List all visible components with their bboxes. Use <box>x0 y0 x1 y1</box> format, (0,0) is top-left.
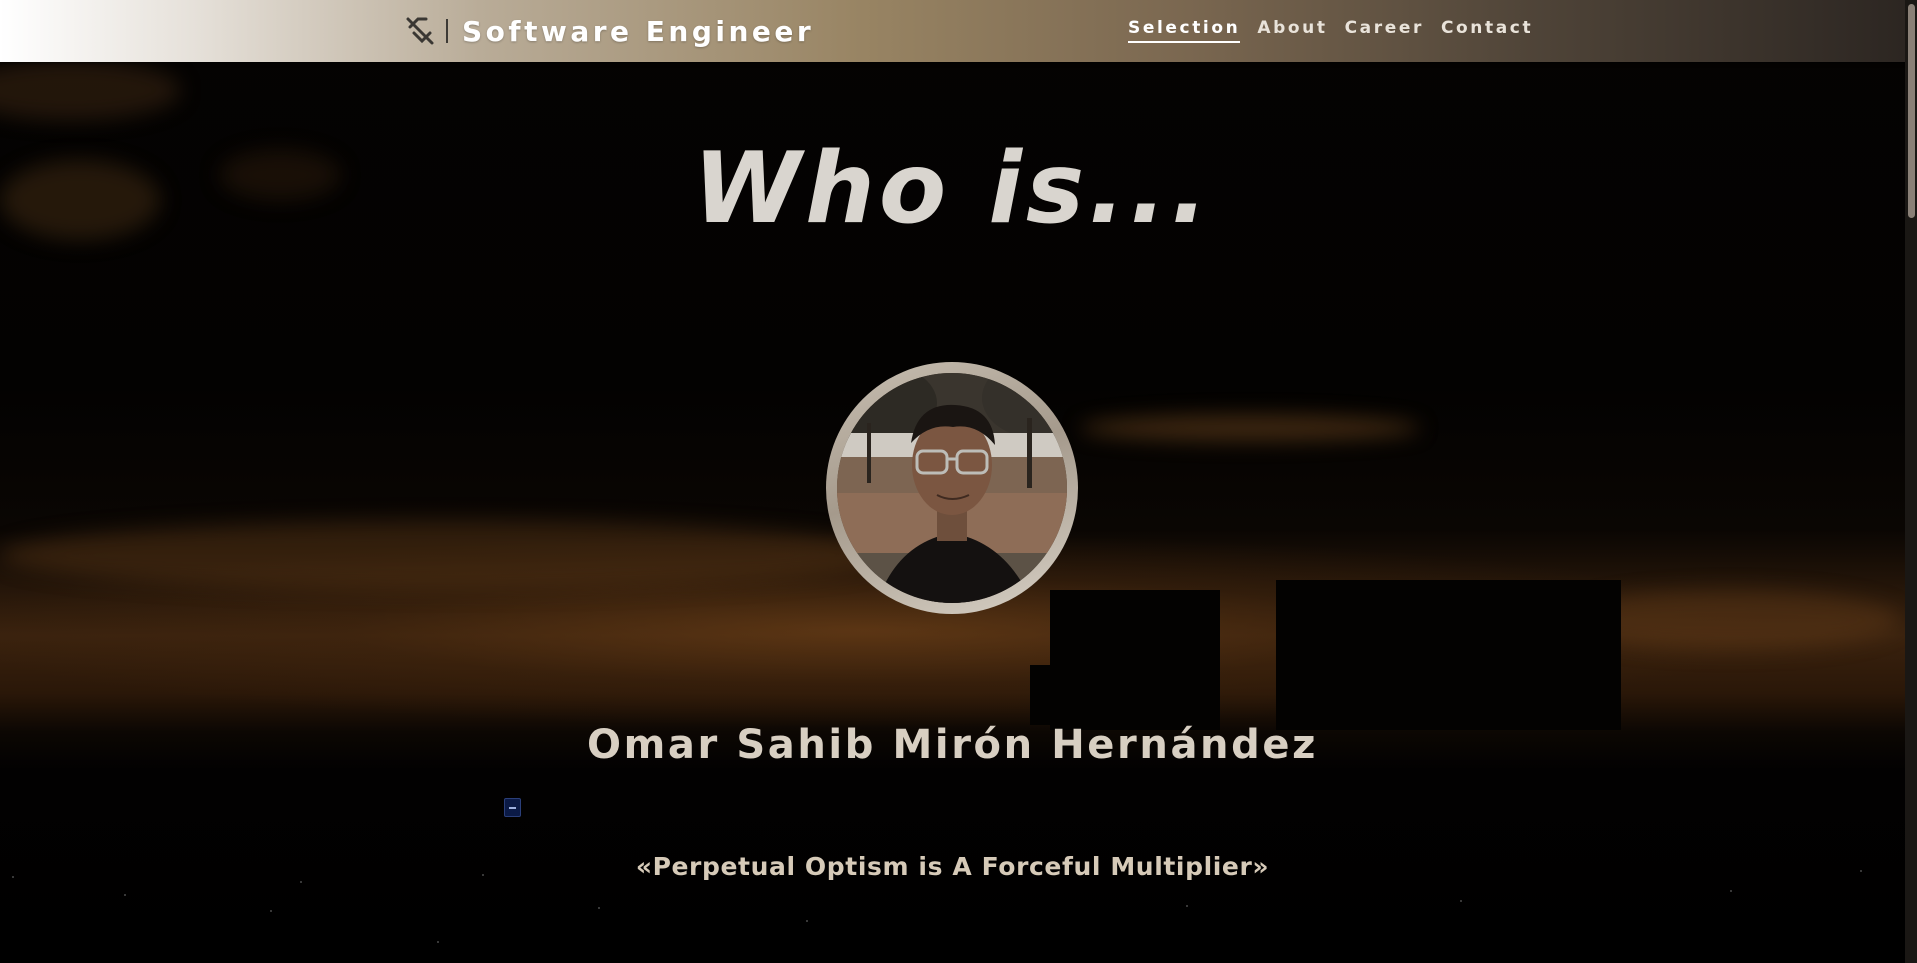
building-silhouette <box>1030 665 1070 725</box>
star <box>437 941 439 943</box>
profile-photo <box>837 373 1067 603</box>
brand[interactable]: Software Engineer <box>404 14 814 48</box>
brand-title: Software Engineer <box>462 14 815 48</box>
cloud <box>1080 415 1420 441</box>
star <box>300 881 302 883</box>
minus-icon <box>509 807 516 809</box>
nav-item-contact[interactable]: Contact <box>1441 18 1533 43</box>
hero-title: Who is... <box>693 132 1212 246</box>
scrollbar[interactable] <box>1905 0 1917 963</box>
avatar <box>837 373 1067 603</box>
star <box>1186 905 1188 907</box>
main-nav: Selection About Career Contact <box>1128 18 1533 43</box>
slashed-tag-icon <box>404 15 436 47</box>
star <box>598 907 600 909</box>
scrollbar-thumb[interactable] <box>1908 4 1915 218</box>
star <box>270 910 272 912</box>
person-name: Omar Sahib Mirón Hernández <box>587 722 1318 768</box>
star <box>806 920 808 922</box>
building-silhouette <box>1276 580 1621 730</box>
collapse-button[interactable] <box>504 798 521 817</box>
star <box>124 894 126 896</box>
star <box>1460 900 1462 902</box>
building-silhouette <box>1050 590 1220 730</box>
brand-divider <box>446 19 448 43</box>
star <box>1730 890 1732 892</box>
site-header: Software Engineer Selection About Career… <box>0 0 1917 62</box>
motto-quote: «Perpetual Optism is A Forceful Multipli… <box>635 852 1270 881</box>
nav-item-about[interactable]: About <box>1257 18 1327 43</box>
cloud <box>0 520 900 590</box>
avatar-frame <box>826 362 1078 614</box>
nav-item-selection[interactable]: Selection <box>1128 18 1241 43</box>
nav-item-career[interactable]: Career <box>1345 18 1424 43</box>
